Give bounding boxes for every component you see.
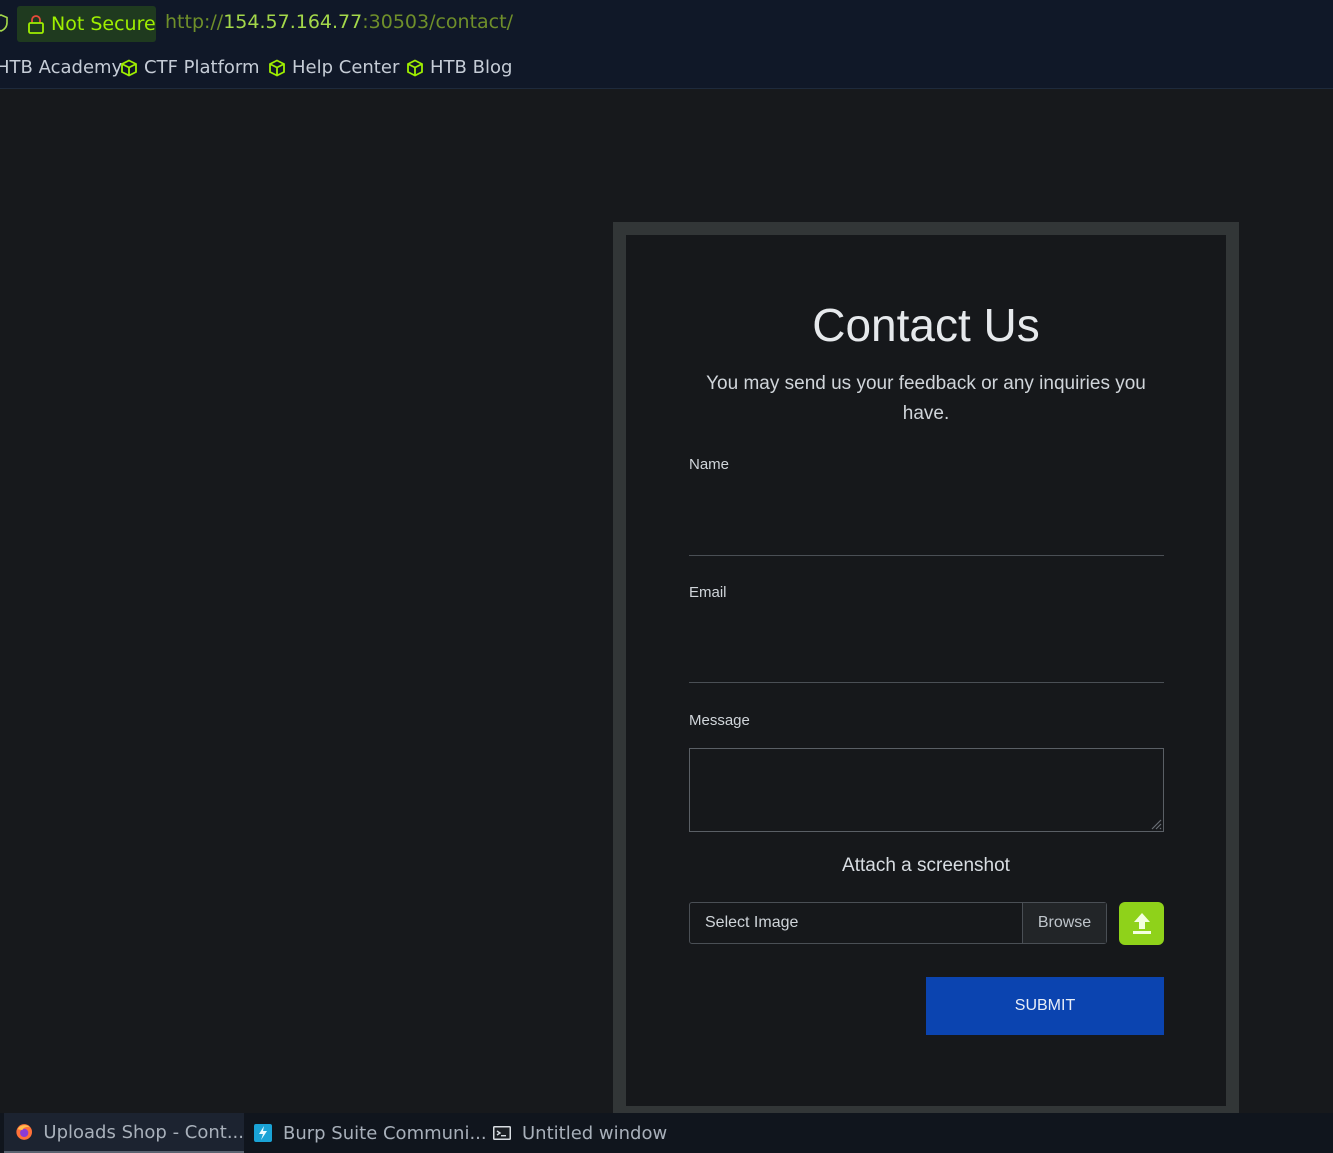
taskbar-item-burp[interactable]: Burp Suite Communi... [253, 1113, 487, 1153]
taskbar: Uploads Shop - Cont... Burp Suite Commun… [0, 1113, 1333, 1153]
bookmark-label: HTB Academy [0, 57, 123, 78]
taskbar-item-terminal[interactable]: Untitled window [492, 1113, 667, 1153]
email-label: Email [689, 584, 727, 601]
message-label: Message [689, 712, 750, 729]
bookmark-label: HTB Blog [430, 57, 513, 78]
upload-icon [1132, 912, 1151, 934]
taskbar-label: Burp Suite Communi... [283, 1122, 487, 1144]
page-title: Contact Us [812, 299, 1040, 351]
url-host: 154.57.164.77 [223, 11, 363, 33]
taskbar-item-uploads-shop[interactable]: Uploads Shop - Cont... [4, 1113, 244, 1153]
message-textarea[interactable] [689, 748, 1164, 832]
email-input[interactable] [689, 643, 1164, 683]
name-input[interactable] [689, 516, 1164, 556]
page-subtitle: You may send us your feedback or any inq… [706, 373, 1146, 424]
resize-grip-icon[interactable] [1149, 817, 1162, 830]
burp-icon [254, 1124, 272, 1142]
name-label: Name [689, 456, 730, 473]
bookmark-htb-academy[interactable]: HTB Academy [0, 57, 122, 78]
taskbar-label: Untitled window [522, 1122, 668, 1144]
file-input[interactable]: Select Image Browse [689, 902, 1107, 944]
browse-button[interactable]: Browse [1022, 903, 1106, 943]
bookmarks-bar: HTB Academy CTF Platform Help Center HTB… [0, 48, 1333, 89]
upload-button[interactable] [1119, 902, 1164, 945]
security-label: Not Secure [51, 13, 156, 35]
shield-icon[interactable] [0, 14, 8, 32]
terminal-icon [493, 1126, 511, 1140]
lock-warning-icon [28, 15, 44, 34]
submit-button[interactable]: SUBMIT [926, 977, 1164, 1035]
htb-cube-icon [121, 58, 137, 77]
bookmark-htb-blog[interactable]: HTB Blog [406, 57, 512, 78]
firefox-icon [16, 1124, 33, 1140]
url-scheme: http:// [165, 11, 224, 33]
address-field[interactable]: http://154.57.164.77:30503/contact/ [165, 11, 513, 33]
htb-cube-icon [269, 58, 285, 77]
taskbar-label: Uploads Shop - Cont... [43, 1121, 244, 1143]
bookmark-help-center[interactable]: Help Center [268, 57, 399, 78]
attach-label: Attach a screenshot [842, 855, 1010, 876]
htb-cube-icon [407, 58, 423, 77]
security-badge[interactable]: Not Secure [17, 6, 156, 42]
url-bar: Not Secure http://154.57.164.77:30503/co… [0, 0, 1333, 48]
url-path: :30503/contact/ [362, 11, 513, 33]
bookmark-label: CTF Platform [144, 57, 260, 78]
bookmark-ctf-platform[interactable]: CTF Platform [120, 57, 260, 78]
file-placeholder: Select Image [705, 914, 799, 931]
bookmark-label: Help Center [292, 57, 400, 78]
